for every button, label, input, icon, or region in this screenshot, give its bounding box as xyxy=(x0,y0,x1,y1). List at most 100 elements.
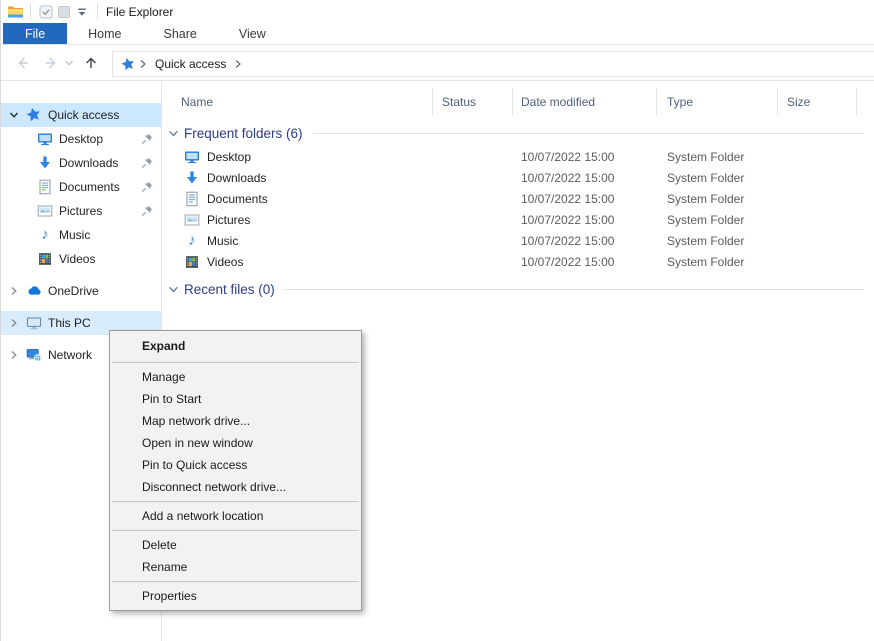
chevron-right-icon[interactable] xyxy=(9,286,21,296)
menu-item-pin-to-start[interactable]: Pin to Start xyxy=(110,388,361,410)
file-row-videos[interactable]: Videos 10/07/2022 15:00 System Folder xyxy=(162,251,874,272)
sidebar-item-documents[interactable]: Documents xyxy=(1,175,161,199)
music-icon: ♪ xyxy=(37,227,53,243)
group-header-rule xyxy=(313,133,864,134)
sidebar-item-label: Documents xyxy=(59,180,120,194)
sidebar-item-label: OneDrive xyxy=(48,284,99,298)
chevron-right-icon[interactable] xyxy=(9,350,21,360)
sidebar-item-label: Downloads xyxy=(59,156,118,170)
chevron-down-icon[interactable] xyxy=(168,284,179,295)
menu-item-pin-to-quick-access[interactable]: Pin to Quick access xyxy=(110,454,361,476)
column-header-filler xyxy=(857,88,874,116)
sidebar-item-label: Desktop xyxy=(59,132,103,146)
address-bar[interactable]: Quick access xyxy=(112,51,874,77)
file-name: Downloads xyxy=(207,171,266,185)
file-row-pictures[interactable]: Pictures 10/07/2022 15:00 System Folder xyxy=(162,209,874,230)
file-name: Desktop xyxy=(207,150,251,164)
menu-separator xyxy=(112,581,359,582)
chevron-down-icon[interactable] xyxy=(168,128,179,139)
menu-separator xyxy=(112,362,359,363)
window-title: File Explorer xyxy=(106,5,173,19)
file-date-modified: 10/07/2022 15:00 xyxy=(513,192,657,206)
file-date-modified: 10/07/2022 15:00 xyxy=(513,213,657,227)
menu-item-rename[interactable]: Rename xyxy=(110,556,361,578)
sidebar-item-label: Network xyxy=(48,348,92,362)
sidebar-item-label: This PC xyxy=(48,316,91,330)
quick-access-star-icon xyxy=(121,57,135,71)
pin-icon xyxy=(141,157,153,172)
ribbon-tabs: File Home Share View xyxy=(1,23,874,45)
pictures-icon xyxy=(184,212,200,228)
downloads-icon xyxy=(184,170,200,186)
navigation-bar: Quick access xyxy=(1,46,874,81)
sidebar-item-downloads[interactable]: Downloads xyxy=(1,151,161,175)
back-button[interactable] xyxy=(11,51,35,75)
file-date-modified: 10/07/2022 15:00 xyxy=(513,234,657,248)
qat-customize-dropdown-icon[interactable] xyxy=(73,3,91,21)
sidebar-item-label: Quick access xyxy=(48,108,119,122)
up-button[interactable] xyxy=(79,51,103,75)
menu-separator xyxy=(112,501,359,502)
desktop-icon xyxy=(184,149,200,165)
column-header-type[interactable]: Type xyxy=(657,88,778,116)
this-pc-icon xyxy=(26,315,42,331)
column-header-date-modified[interactable]: Date modified xyxy=(513,88,657,116)
menu-item-open-in-new-window[interactable]: Open in new window xyxy=(110,432,361,454)
file-name: Music xyxy=(207,234,238,248)
file-type: System Folder xyxy=(657,192,778,206)
group-header-rule xyxy=(285,289,864,290)
file-row-music[interactable]: ♪ Music 10/07/2022 15:00 System Folder xyxy=(162,230,874,251)
menu-item-manage[interactable]: Manage xyxy=(110,366,361,388)
documents-icon xyxy=(184,191,200,207)
breadcrumb-chevron-icon[interactable] xyxy=(139,59,147,69)
column-headers: Name Status Date modified Type Size xyxy=(162,88,874,116)
sidebar-item-videos[interactable]: Videos xyxy=(1,247,161,271)
tab-view[interactable]: View xyxy=(218,23,287,44)
file-row-desktop[interactable]: Desktop 10/07/2022 15:00 System Folder xyxy=(162,146,874,167)
file-date-modified: 10/07/2022 15:00 xyxy=(513,171,657,185)
desktop-icon xyxy=(37,131,53,147)
menu-item-map-network-drive[interactable]: Map network drive... xyxy=(110,410,361,432)
breadcrumb-chevron-icon[interactable] xyxy=(234,59,242,69)
group-header-frequent-folders[interactable]: Frequent folders (6) xyxy=(162,124,874,142)
file-name: Documents xyxy=(207,192,268,206)
file-row-downloads[interactable]: Downloads 10/07/2022 15:00 System Folder xyxy=(162,167,874,188)
qat-properties-icon[interactable] xyxy=(37,3,55,21)
breadcrumb-quick-access[interactable]: Quick access xyxy=(155,57,226,71)
file-type: System Folder xyxy=(657,255,778,269)
tab-file[interactable]: File xyxy=(3,23,67,44)
network-icon xyxy=(26,347,42,363)
file-date-modified: 10/07/2022 15:00 xyxy=(513,150,657,164)
sidebar-item-music[interactable]: ♪ Music xyxy=(1,223,161,247)
sidebar-item-onedrive[interactable]: OneDrive xyxy=(1,279,161,303)
titlebar: File Explorer xyxy=(1,0,874,23)
menu-item-delete[interactable]: Delete xyxy=(110,534,361,556)
sidebar-item-quick-access[interactable]: Quick access xyxy=(1,103,161,127)
menu-separator xyxy=(112,530,359,531)
file-type: System Folder xyxy=(657,150,778,164)
column-header-name[interactable]: Name xyxy=(162,88,433,116)
sidebar-item-desktop[interactable]: Desktop xyxy=(1,127,161,151)
menu-item-expand[interactable]: Expand xyxy=(110,334,361,359)
this-pc-context-menu: Expand Manage Pin to Start Map network d… xyxy=(109,330,362,611)
menu-item-properties[interactable]: Properties xyxy=(110,585,361,607)
tab-share[interactable]: Share xyxy=(143,23,218,44)
qat-newfolder-icon[interactable] xyxy=(55,3,73,21)
menu-item-add-a-network-location[interactable]: Add a network location xyxy=(110,505,361,527)
pin-icon xyxy=(141,133,153,148)
quick-access-star-icon xyxy=(26,107,42,123)
column-header-status[interactable]: Status xyxy=(433,88,513,116)
column-header-size[interactable]: Size xyxy=(778,88,857,116)
downloads-icon xyxy=(37,155,53,171)
tab-home[interactable]: Home xyxy=(67,23,142,44)
file-row-documents[interactable]: Documents 10/07/2022 15:00 System Folder xyxy=(162,188,874,209)
menu-item-disconnect-network-drive[interactable]: Disconnect network drive... xyxy=(110,476,361,498)
recent-locations-dropdown-icon[interactable] xyxy=(61,51,77,75)
chevron-down-icon[interactable] xyxy=(9,110,21,120)
pictures-icon xyxy=(37,203,53,219)
pin-icon xyxy=(141,181,153,196)
sidebar-item-pictures[interactable]: Pictures xyxy=(1,199,161,223)
group-header-recent-files[interactable]: Recent files (0) xyxy=(162,280,874,298)
chevron-right-icon[interactable] xyxy=(9,318,21,328)
forward-button[interactable] xyxy=(39,51,63,75)
